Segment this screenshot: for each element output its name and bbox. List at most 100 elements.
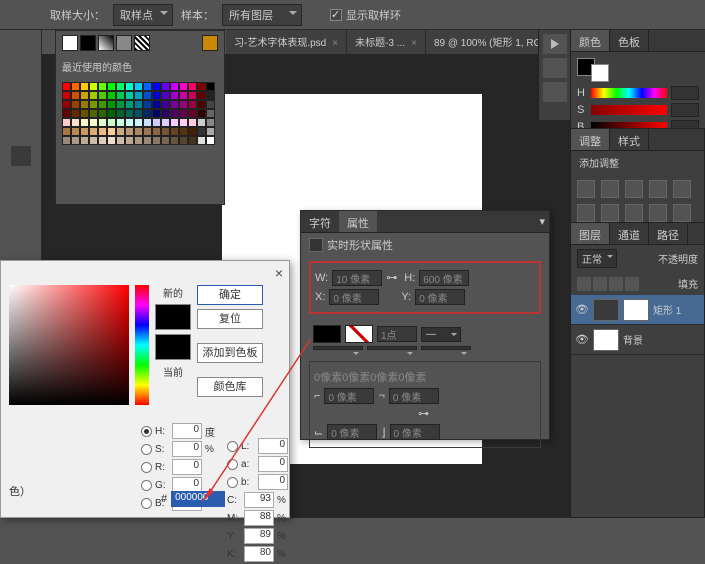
tab-style[interactable]: 样式 bbox=[610, 129, 649, 150]
swatch-cell[interactable] bbox=[134, 100, 143, 109]
swatch-cell[interactable] bbox=[152, 82, 161, 91]
swatch-cell[interactable] bbox=[98, 109, 107, 118]
swatch-cell[interactable] bbox=[161, 136, 170, 145]
corner-bl-input[interactable]: 0 像素 bbox=[327, 424, 377, 440]
lasso-tool[interactable] bbox=[11, 80, 31, 100]
swatch-cell[interactable] bbox=[62, 109, 71, 118]
tab-channels[interactable]: 通道 bbox=[610, 223, 649, 244]
library-button[interactable]: 颜色库 bbox=[197, 377, 263, 397]
swatch-cell[interactable] bbox=[170, 127, 179, 136]
brightness-icon[interactable] bbox=[577, 180, 595, 198]
swatch-cell[interactable] bbox=[98, 100, 107, 109]
swatch-hatch[interactable] bbox=[134, 35, 150, 51]
panel-icon-1[interactable] bbox=[543, 58, 567, 78]
visibility-icon[interactable]: 👁 bbox=[575, 333, 589, 347]
swatch-cell[interactable] bbox=[134, 91, 143, 100]
panel-icon-2[interactable] bbox=[543, 82, 567, 102]
lock-pos-icon[interactable] bbox=[609, 277, 623, 291]
add-swatch-button[interactable]: 添加到色板 bbox=[197, 343, 263, 363]
m-input[interactable]: 88 bbox=[244, 510, 274, 526]
bg-color-swatch[interactable] bbox=[591, 64, 609, 82]
swatch-cell[interactable] bbox=[107, 82, 116, 91]
swatch-cell[interactable] bbox=[98, 118, 107, 127]
swatch-cell[interactable] bbox=[80, 118, 89, 127]
swatch-cell[interactable] bbox=[206, 127, 215, 136]
h-value[interactable] bbox=[671, 86, 699, 100]
swatch-cell[interactable] bbox=[143, 136, 152, 145]
g-radio[interactable] bbox=[141, 480, 152, 491]
fill-swatch[interactable] bbox=[313, 325, 341, 343]
swatch-cell[interactable] bbox=[197, 136, 206, 145]
h-slider[interactable] bbox=[591, 88, 667, 98]
swatch-cell[interactable] bbox=[116, 100, 125, 109]
vibrance-icon[interactable] bbox=[673, 180, 691, 198]
photo-filter-icon[interactable] bbox=[649, 204, 667, 222]
swatch-cell[interactable] bbox=[206, 91, 215, 100]
h-radio[interactable] bbox=[141, 426, 152, 437]
swatch-cell[interactable] bbox=[125, 136, 134, 145]
wand-tool[interactable] bbox=[11, 102, 31, 122]
tab-1[interactable]: 未标题-3 ... bbox=[347, 30, 426, 54]
lab-b-input[interactable]: 0 bbox=[258, 474, 288, 490]
ok-button[interactable]: 确定 bbox=[197, 285, 263, 305]
swatch-cell[interactable] bbox=[179, 109, 188, 118]
swatch-cell[interactable] bbox=[152, 136, 161, 145]
swatch-cell[interactable] bbox=[179, 100, 188, 109]
blend-mode-combo[interactable]: 正常 bbox=[577, 249, 617, 268]
tab-color[interactable]: 颜色 bbox=[571, 30, 610, 51]
sample-target-combo[interactable]: 所有图层 bbox=[222, 4, 302, 26]
swatch-cell[interactable] bbox=[107, 136, 116, 145]
swatch-cell[interactable] bbox=[206, 118, 215, 127]
swatch-cell[interactable] bbox=[170, 91, 179, 100]
swatch-cell[interactable] bbox=[71, 100, 80, 109]
swatch-cell[interactable] bbox=[125, 100, 134, 109]
reset-button[interactable]: 复位 bbox=[197, 309, 263, 329]
swatch-black[interactable] bbox=[80, 35, 96, 51]
swatch-cell[interactable] bbox=[80, 136, 89, 145]
swatch-cell[interactable] bbox=[134, 82, 143, 91]
swatch-cell[interactable] bbox=[98, 91, 107, 100]
brush-tool[interactable] bbox=[11, 190, 31, 210]
tab-swatches[interactable]: 色板 bbox=[610, 30, 649, 51]
swatch-cell[interactable] bbox=[89, 109, 98, 118]
w-input[interactable]: 10 像素 bbox=[332, 270, 382, 286]
swatch-cell[interactable] bbox=[89, 118, 98, 127]
align-combo[interactable] bbox=[421, 346, 471, 350]
swatch-cell[interactable] bbox=[170, 100, 179, 109]
swatch-cell[interactable] bbox=[134, 136, 143, 145]
link-corners-icon[interactable]: ⊶ bbox=[418, 407, 432, 421]
swatch-cell[interactable] bbox=[107, 127, 116, 136]
panel-menu-icon[interactable]: ▾ bbox=[535, 211, 549, 232]
a-input[interactable]: 0 bbox=[258, 456, 288, 472]
cap-combo[interactable] bbox=[313, 346, 363, 350]
swatch-cell[interactable] bbox=[71, 109, 80, 118]
move-tool[interactable] bbox=[11, 36, 31, 56]
swatch-cell[interactable] bbox=[107, 118, 116, 127]
swatch-cell[interactable] bbox=[161, 109, 170, 118]
bw-icon[interactable] bbox=[625, 204, 643, 222]
swatch-cell[interactable] bbox=[206, 136, 215, 145]
tab-properties[interactable]: 属性 bbox=[339, 211, 377, 232]
join-combo[interactable] bbox=[367, 346, 417, 350]
swatch-cell[interactable] bbox=[98, 82, 107, 91]
stroke-weight-input[interactable]: 1点 bbox=[377, 326, 417, 342]
corner-tr-input[interactable]: 0 像素 bbox=[389, 388, 439, 404]
swatch-cell[interactable] bbox=[80, 100, 89, 109]
r-input[interactable]: 0 bbox=[172, 459, 202, 475]
hex-input[interactable]: 000000 bbox=[171, 491, 225, 507]
swatch-cell[interactable] bbox=[80, 82, 89, 91]
swatch-cell[interactable] bbox=[89, 100, 98, 109]
healing-tool[interactable] bbox=[11, 168, 31, 188]
swatch-cell[interactable] bbox=[143, 127, 152, 136]
sample-size-combo[interactable]: 取样点 bbox=[113, 4, 173, 26]
swatch-cell[interactable] bbox=[188, 127, 197, 136]
swatch-cell[interactable] bbox=[197, 109, 206, 118]
swatch-cell[interactable] bbox=[152, 91, 161, 100]
lock-all-icon[interactable] bbox=[625, 277, 639, 291]
swatch-cell[interactable] bbox=[89, 91, 98, 100]
swatch-cell[interactable] bbox=[62, 127, 71, 136]
swatch-cell[interactable] bbox=[116, 118, 125, 127]
tab-layers[interactable]: 图层 bbox=[571, 223, 610, 244]
swatch-cell[interactable] bbox=[116, 82, 125, 91]
mixer-icon[interactable] bbox=[673, 204, 691, 222]
